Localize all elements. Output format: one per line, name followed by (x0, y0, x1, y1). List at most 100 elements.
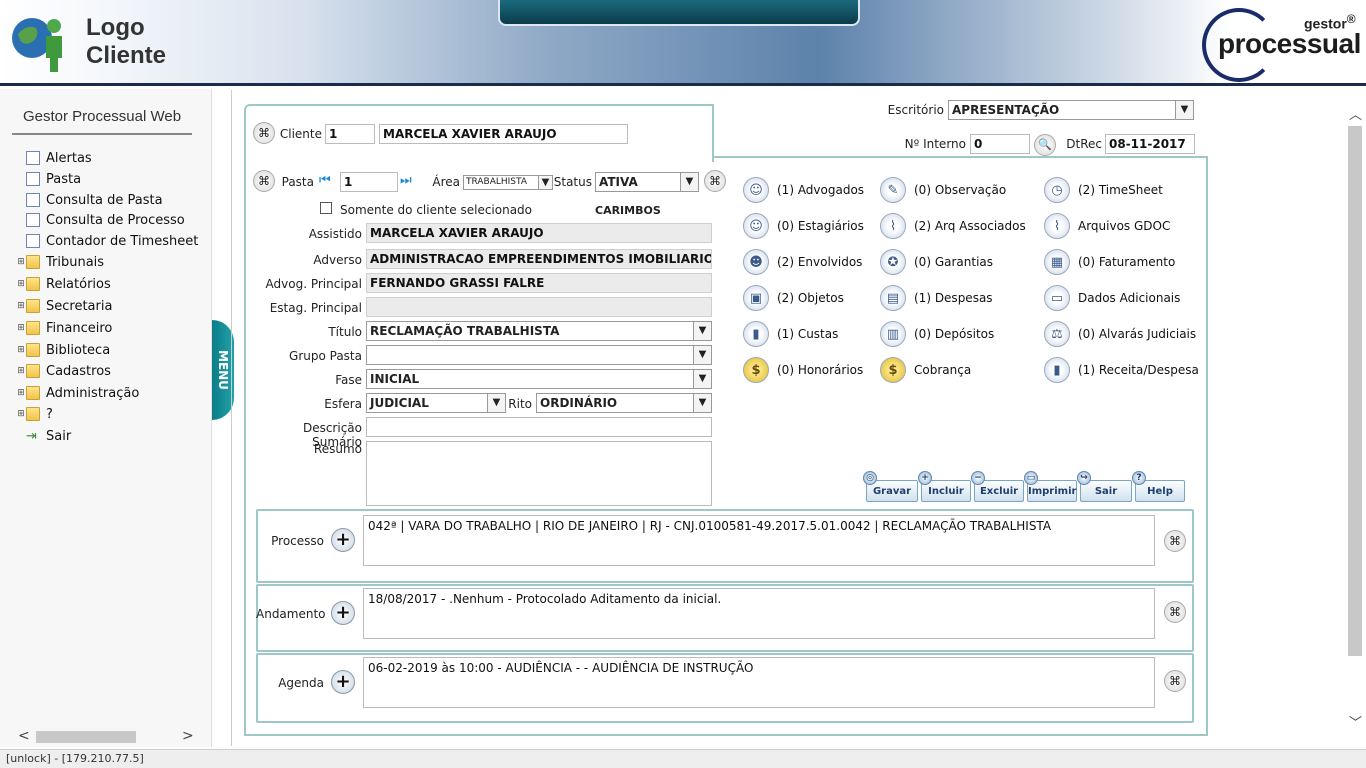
sidebar-item[interactable]: ⊞ Administração (16, 383, 139, 403)
related-link[interactable]: ▤ (1) Despesas (880, 285, 993, 311)
titulo-select[interactable]: RECLAMAÇÃO TRABALHISTA ▼ (366, 321, 712, 341)
expand-icon[interactable]: ⊞ (16, 279, 26, 289)
status-select[interactable]: ATIVA ▼ (595, 172, 699, 192)
esfera-select[interactable]: JUDICIAL ▼ (366, 393, 506, 413)
pasta-field[interactable]: 1 (340, 172, 398, 192)
area-select[interactable]: TRABALHISTA ▼ (463, 175, 553, 190)
scroll-thumb[interactable] (1348, 126, 1362, 656)
exit-icon: ↪ (1077, 471, 1091, 485)
last-record-icon[interactable]: ⏭ (400, 173, 412, 188)
related-link[interactable]: ▭ Dados Adicionais (1044, 285, 1180, 311)
related-link-label: (2) Envolvidos (777, 255, 863, 269)
sidebar-item[interactable]: ⊞ Cadastros (16, 361, 111, 381)
related-link[interactable]: ⌇ (2) Arq Associados (880, 213, 1026, 239)
expand-icon[interactable]: ⊞ (16, 323, 26, 333)
related-link-label: (1) Advogados (777, 183, 865, 197)
somente-checkbox[interactable] (320, 202, 332, 214)
descricao-field[interactable] (366, 417, 712, 437)
sidebar-item-label: Consulta de Pasta (46, 192, 163, 208)
binoculars-icon[interactable]: ⌘ (1164, 670, 1186, 692)
scroll-left-icon[interactable]: < (18, 728, 30, 744)
add-andamento-icon[interactable]: + (331, 601, 355, 625)
sidebar-item[interactable]: Contador de Timesheet (16, 231, 198, 251)
sidebar-item[interactable]: ⊞ Tribunais (16, 252, 104, 272)
related-link[interactable]: $ Cobrança (880, 357, 971, 383)
ninterno-field[interactable]: 0 (970, 134, 1030, 154)
related-link[interactable]: ▥ (0) Depósitos (880, 321, 994, 347)
binoculars-icon[interactable]: ⌘ (704, 170, 726, 192)
related-link[interactable]: ☺ (1) Advogados (743, 177, 864, 203)
imprimir-button[interactable]: ▭ Imprimir (1024, 471, 1077, 502)
top-decorative-tab (498, 0, 860, 26)
expand-icon[interactable]: ⊞ (16, 257, 26, 267)
expand-icon[interactable]: ⊞ (16, 366, 26, 376)
escritorio-select[interactable]: APRESENTAÇÃO ▼ (948, 100, 1194, 120)
related-link[interactable]: ◷ (2) TimeSheet (1044, 177, 1163, 203)
folder-icon (26, 255, 40, 269)
chevron-down-icon: ▼ (693, 394, 711, 412)
binoculars-icon[interactable]: ⌘ (1164, 530, 1186, 552)
related-link-label: (0) Observação (914, 183, 1007, 197)
binoculars-icon[interactable]: ⌘ (253, 170, 275, 192)
sidebar-item[interactable]: ⊞ Secretaria (16, 296, 112, 316)
sidebar-item[interactable]: Alertas (16, 148, 92, 168)
titulo-label: Título (328, 325, 362, 339)
main-vertical-scrollbar[interactable]: ︿ ﹀ (1346, 100, 1364, 736)
scroll-down-icon[interactable]: ﹀ (1349, 712, 1362, 731)
expand-icon[interactable]: ⊞ (16, 301, 26, 311)
related-link[interactable]: ☻ (2) Envolvidos (743, 249, 862, 275)
help-button[interactable]: ? Help (1132, 471, 1185, 502)
add-processo-icon[interactable]: + (331, 528, 355, 552)
related-link[interactable]: ⚖ (0) Alvarás Judiciais (1044, 321, 1196, 347)
add-agenda-icon[interactable]: + (331, 670, 355, 694)
sidebar-item[interactable]: ⊞? (16, 404, 53, 424)
sidebar-item[interactable]: Pasta (16, 169, 81, 189)
document-icon (26, 172, 40, 186)
sair-button[interactable]: ↪ Sair (1077, 471, 1132, 502)
cliente-code-field[interactable]: 1 (325, 124, 375, 144)
somente-label: Somente do cliente selecionado (340, 203, 533, 217)
carimbos-link[interactable]: CARIMBOS (595, 204, 661, 217)
related-link[interactable]: ⌇ Arquivos GDOC (1044, 213, 1170, 239)
sidebar-item[interactable]: ⇥ Sair (16, 426, 71, 446)
area-label: Área (432, 175, 460, 189)
resumo-textarea[interactable] (366, 441, 712, 506)
status-label: Status (553, 175, 592, 189)
expand-icon[interactable]: ⊞ (16, 388, 26, 398)
sidebar-item[interactable]: Consulta de Pasta (16, 190, 163, 210)
scroll-thumb[interactable] (36, 731, 136, 743)
agenda-field[interactable]: 06-02-2019 às 10:00 - AUDIÊNCIA - - AUDI… (363, 657, 1155, 708)
user-icon: ☺ (743, 213, 769, 239)
andamento-field[interactable]: 18/08/2017 - .Nenhum - Protocolado Adita… (363, 588, 1155, 639)
related-link[interactable]: ✎ (0) Observação (880, 177, 1006, 203)
sidebar-item[interactable]: ⊞ Relatórios (16, 274, 111, 294)
related-link[interactable]: ☺ (0) Estagiários (743, 213, 864, 239)
gravar-button[interactable]: ◎ Gravar (863, 471, 918, 502)
fase-select[interactable]: INICIAL ▼ (366, 369, 712, 389)
grupo-pasta-select[interactable]: ▼ (366, 345, 712, 365)
excluir-button[interactable]: − Excluir (971, 471, 1024, 502)
chevron-down-icon: ▼ (538, 176, 552, 189)
incluir-button[interactable]: + Incluir (918, 471, 971, 502)
expand-icon[interactable]: ⊞ (16, 409, 26, 419)
sidebar-item[interactable]: ⊞ Financeiro (16, 318, 112, 338)
sidebar-item[interactable]: ⊞ Biblioteca (16, 340, 110, 360)
expand-icon[interactable]: ⊞ (16, 345, 26, 355)
dtrec-field[interactable]: 08-11-2017 (1105, 134, 1195, 154)
related-link[interactable]: ▮ (1) Receita/Despesa (1044, 357, 1199, 383)
rito-select[interactable]: ORDINÁRIO ▼ (536, 393, 712, 413)
related-link[interactable]: ▣ (2) Objetos (743, 285, 844, 311)
related-link[interactable]: ✪ (0) Garantias (880, 249, 993, 275)
search-icon[interactable]: 🔍 (1034, 134, 1056, 156)
binoculars-icon[interactable]: ⌘ (1164, 601, 1186, 623)
cliente-name-field[interactable]: MARCELA XAVIER ARAUJO (379, 124, 628, 144)
sidebar-horizontal-scrollbar[interactable]: < > (4, 728, 204, 746)
related-link[interactable]: ▦ (0) Faturamento (1044, 249, 1175, 275)
first-record-icon[interactable]: ⏮ (319, 173, 331, 188)
scroll-right-icon[interactable]: > (182, 728, 194, 744)
sidebar-item[interactable]: Consulta de Processo (16, 210, 185, 230)
related-link[interactable]: $ (0) Honorários (743, 357, 863, 383)
processo-field[interactable]: 042ª | VARA DO TRABALHO | RIO DE JANEIRO… (363, 515, 1155, 566)
scroll-up-icon[interactable]: ︿ (1349, 104, 1362, 123)
related-link[interactable]: ▮ (1) Custas (743, 321, 838, 347)
